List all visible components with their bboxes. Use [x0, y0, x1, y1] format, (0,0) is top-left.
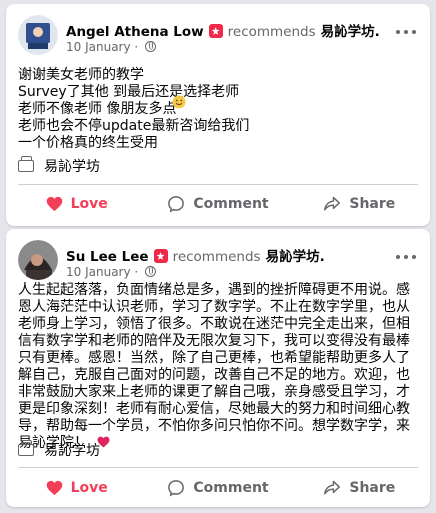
comment-label: Comment	[193, 480, 269, 496]
share-button[interactable]: Share	[289, 188, 430, 220]
comment-label: Comment	[193, 196, 269, 212]
share-icon	[324, 196, 341, 211]
author-line: Angel Athena Low recommends 易訫学坊.	[66, 20, 380, 40]
author-line: Su Lee Lee recommends 易訫学坊.	[66, 245, 325, 265]
globe-icon	[145, 41, 157, 52]
divider	[18, 467, 418, 468]
globe-icon	[145, 266, 157, 277]
post-text: 人生起起落落，负面情绪总是多，遇到的挫折障碍更不用说。感恩人海茫茫中认识老师，学…	[18, 282, 410, 451]
share-label: Share	[349, 196, 396, 212]
smile-emoji	[172, 95, 186, 109]
comment-button[interactable]: Comment	[147, 472, 288, 504]
more-icon[interactable]	[396, 28, 416, 36]
comment-icon	[168, 196, 185, 213]
comment-button[interactable]: Comment	[147, 188, 288, 220]
love-icon	[46, 196, 62, 212]
post-card: Su Lee Lee recommends 易訫学坊. 10 January · 人…	[6, 229, 430, 507]
recommend-icon	[208, 24, 223, 38]
post-date[interactable]: 10 January	[66, 40, 131, 54]
share-button[interactable]: Share	[289, 472, 430, 504]
love-label: Love	[70, 480, 108, 496]
more-icon[interactable]	[396, 253, 416, 261]
page-tag-icon	[18, 156, 34, 172]
page-name[interactable]: 易訫学坊.	[321, 24, 380, 40]
love-label: Love	[70, 196, 108, 212]
recommends-text: recommends	[172, 249, 261, 265]
post-card: Angel Athena Low recommends 易訫学坊. 10 Janua…	[6, 4, 430, 226]
page-tag-icon	[18, 440, 34, 456]
post-body: 谢谢美女老师的教学 Survey了其他 到最后还是选择老师 老师不像老师 像朋友…	[6, 67, 430, 152]
post-date-line: 10 January ·	[66, 40, 157, 54]
avatar[interactable]	[18, 240, 58, 280]
post-header: Su Lee Lee recommends 易訫学坊. 10 January ·	[6, 229, 430, 285]
author-name[interactable]: Su Lee Lee	[66, 249, 149, 265]
page-tag-label: 易訫学坊	[44, 159, 100, 175]
post-date[interactable]: 10 January	[66, 265, 131, 279]
comment-icon	[168, 480, 185, 497]
page-tag[interactable]: 易訫学坊	[18, 440, 100, 460]
page-name[interactable]: 易訫学坊.	[266, 249, 325, 265]
post-header: Angel Athena Low recommends 易訫学坊. 10 Janua…	[6, 4, 430, 60]
love-button[interactable]: Love	[6, 188, 147, 220]
share-label: Share	[349, 480, 396, 496]
share-icon	[324, 480, 341, 495]
love-button[interactable]: Love	[6, 472, 147, 504]
author-name[interactable]: Angel Athena Low	[66, 24, 204, 40]
divider	[18, 184, 418, 185]
action-bar: Love Comment Share	[6, 472, 430, 504]
page-tag[interactable]: 易訫学坊	[18, 156, 100, 176]
action-bar: Love Comment Share	[6, 188, 430, 220]
avatar[interactable]	[18, 15, 58, 55]
love-icon	[46, 480, 62, 496]
page-tag-label: 易訫学坊	[44, 443, 100, 459]
post-body: 人生起起落落，负面情绪总是多，遇到的挫折障碍更不用说。感恩人海茫茫中认识老师，学…	[6, 282, 430, 452]
recommend-icon	[153, 249, 168, 263]
recommends-text: recommends	[227, 24, 316, 40]
post-text: 谢谢美女老师的教学 Survey了其他 到最后还是选择老师 老师不像老师 像朋友…	[18, 67, 250, 151]
post-date-line: 10 January ·	[66, 265, 157, 279]
